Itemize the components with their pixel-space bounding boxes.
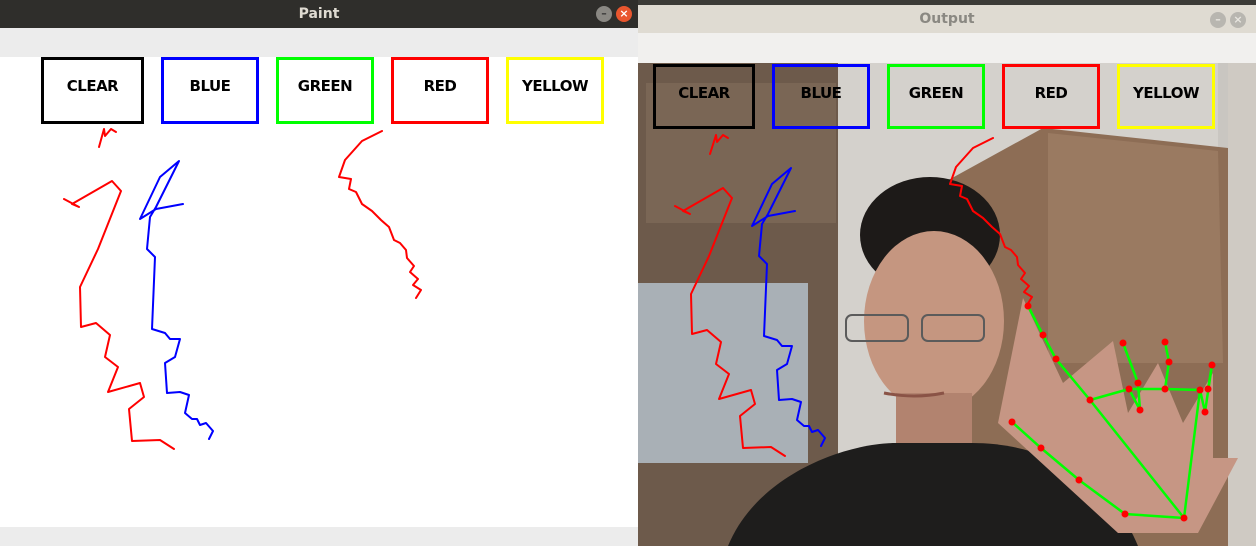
paint-red-stroke-right	[338, 130, 422, 299]
joint-ring-tip	[1161, 338, 1169, 346]
paint-titlebar[interactable]: Paint – ×	[0, 0, 638, 28]
paint-blue-stroke	[139, 160, 214, 440]
joint-pinky-3	[1204, 385, 1212, 393]
paint-canvas[interactable]: CLEAR BLUE GREEN RED YELLOW	[0, 57, 638, 527]
minimize-icon: –	[1215, 13, 1221, 26]
joint-middle-1	[1125, 385, 1133, 393]
joint-wrist	[1180, 514, 1188, 522]
output-window-title: Output	[919, 11, 975, 27]
hand-skeleton-index	[1026, 305, 1185, 519]
joint-thumb-1	[1121, 510, 1129, 518]
joint-middle-tip	[1119, 339, 1127, 347]
minimize-icon: –	[601, 7, 607, 20]
output-red-stroke-left	[674, 187, 786, 457]
paint-toolbar	[0, 28, 638, 57]
joint-thumb-2	[1075, 476, 1083, 484]
joint-ring-1	[1161, 385, 1169, 393]
paint-window: Paint – × CLEAR BLUE GREEN RED YELLOW	[0, 0, 638, 546]
hand-joints	[1008, 302, 1216, 522]
joint-index-tip	[1024, 302, 1032, 310]
joint-pinky-2	[1201, 408, 1209, 416]
minimize-button[interactable]: –	[596, 6, 612, 22]
output-red-stroke-right	[949, 137, 1033, 306]
hand-skeleton-middle	[1089, 342, 1142, 411]
paint-strokes	[63, 128, 422, 450]
hand-skeleton-palm	[1182, 389, 1202, 519]
close-button[interactable]: ×	[1230, 12, 1246, 28]
paint-footer	[0, 527, 638, 546]
joint-index-3	[1039, 331, 1047, 339]
output-blue-stroke	[751, 167, 826, 447]
joint-middle-3	[1134, 379, 1142, 387]
close-button[interactable]: ×	[616, 6, 632, 22]
output-window: Output – × CLEAR BLUE GREEN RED YELLOW	[638, 5, 1256, 546]
paint-red-tick-stroke	[98, 128, 117, 148]
output-titlebar[interactable]: Output – ×	[638, 5, 1256, 33]
joint-thumb-tip	[1008, 418, 1016, 426]
close-icon: ×	[619, 7, 629, 20]
joint-pinky-tip	[1208, 361, 1216, 369]
joint-index-2	[1052, 355, 1060, 363]
joint-ring-2	[1165, 358, 1173, 366]
hand-skeleton-thumb	[1011, 421, 1185, 520]
joint-index-1	[1086, 396, 1094, 404]
joint-pinky-1	[1196, 386, 1204, 394]
output-camera-feed: CLEAR BLUE GREEN RED YELLOW	[638, 63, 1256, 546]
output-toolbar	[638, 33, 1256, 63]
output-strokes	[674, 134, 1216, 522]
paint-window-title: Paint	[298, 6, 340, 22]
joint-thumb-3	[1037, 444, 1045, 452]
paint-red-stroke-left	[63, 180, 175, 450]
joint-middle-2	[1136, 406, 1144, 414]
output-red-tick-stroke	[709, 134, 729, 155]
minimize-button[interactable]: –	[1210, 12, 1226, 28]
close-icon: ×	[1233, 13, 1243, 26]
